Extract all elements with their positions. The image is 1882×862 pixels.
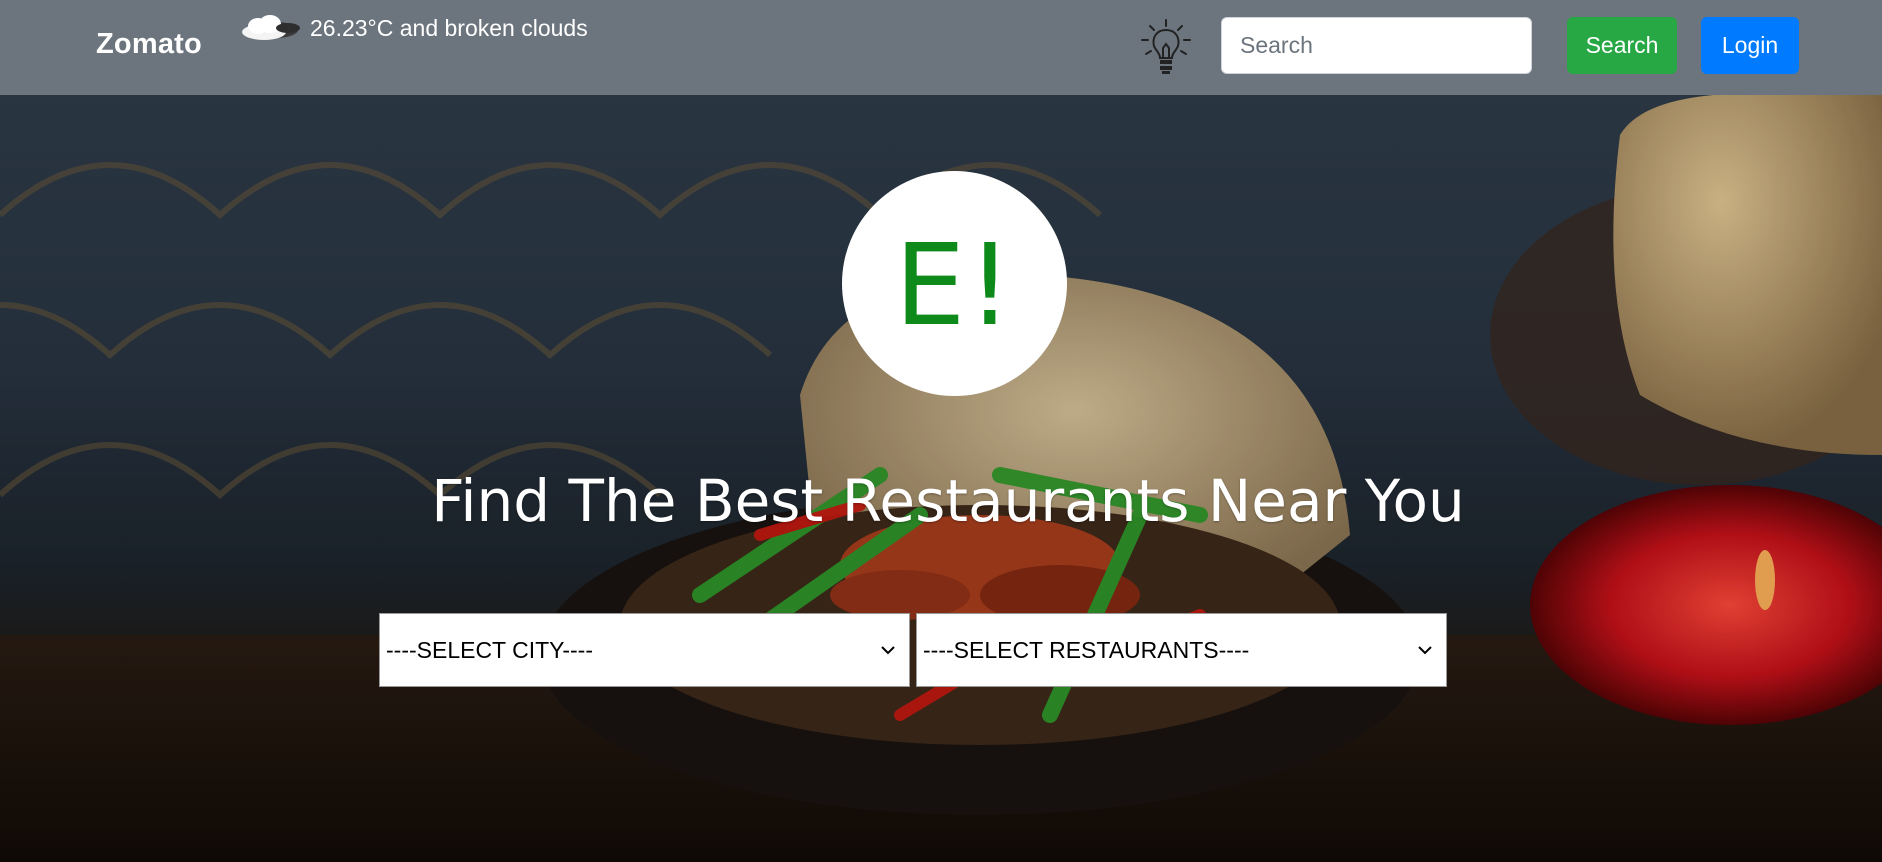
restaurant-select[interactable]: ----SELECT RESTAURANTS---- xyxy=(916,613,1447,687)
login-button[interactable]: Login xyxy=(1701,17,1799,74)
city-select[interactable]: ----SELECT CITY---- xyxy=(379,613,910,687)
site-logo-text: E! xyxy=(894,220,1015,351)
chevron-down-icon xyxy=(1418,646,1432,655)
lightbulb-icon[interactable] xyxy=(1138,18,1194,76)
brand-logo[interactable]: Zomato xyxy=(96,28,202,61)
chevron-down-icon xyxy=(881,646,895,655)
hero-headline: Find The Best Restaurants Near You xyxy=(431,467,1465,535)
restaurant-select-value: ----SELECT RESTAURANTS---- xyxy=(923,636,1250,663)
search-button[interactable]: Search xyxy=(1567,17,1677,74)
weather-widget: 26.23°C and broken clouds xyxy=(236,12,588,44)
hero-banner: E! Find The Best Restaurants Near You --… xyxy=(0,95,1882,862)
top-navbar: Zomato 26.23°C and broken clouds Search xyxy=(0,0,1882,95)
city-select-value: ----SELECT CITY---- xyxy=(386,636,593,663)
weather-text: 26.23°C and broken clouds xyxy=(310,14,588,41)
cloud-icon xyxy=(242,15,300,40)
search-input[interactable] xyxy=(1221,17,1532,74)
site-logo-circle: E! xyxy=(842,171,1067,396)
